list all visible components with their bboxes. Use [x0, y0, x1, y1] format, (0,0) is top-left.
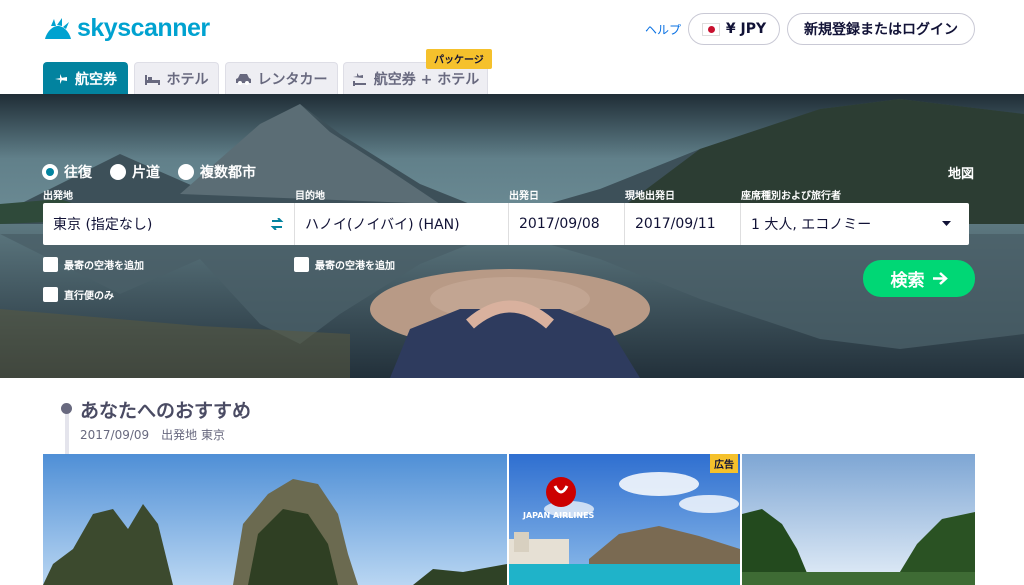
- trip-type-label: 複数都市: [200, 165, 256, 181]
- to-value: ハノイ(ノイバイ) (HAN): [305, 217, 460, 233]
- tab-hotels-label: ホテル: [166, 71, 209, 88]
- to-field[interactable]: ハノイ(ノイバイ) (HAN): [295, 203, 509, 245]
- nearby-airports-from-checkbox[interactable]: 最寄の空港を追加: [43, 257, 144, 272]
- search-button[interactable]: 検索: [863, 260, 975, 297]
- checkbox-icon: [294, 257, 309, 272]
- skyscanner-logo[interactable]: skyscanner: [43, 14, 210, 43]
- skyscanner-cloud-icon: [45, 17, 71, 39]
- trip-type-oneway[interactable]: 片道: [110, 162, 160, 182]
- tropical-forest-image: [742, 454, 975, 585]
- japan-flag-icon: [701, 22, 720, 36]
- checkbox-icon: [43, 257, 58, 272]
- depart-label: 出発日: [509, 191, 539, 202]
- help-link[interactable]: ヘルプ: [645, 21, 681, 38]
- trip-type-multicity[interactable]: 複数都市: [178, 162, 256, 182]
- checkbox-icon: [43, 287, 58, 302]
- plane-icon: [55, 73, 67, 84]
- car-icon: [235, 73, 251, 85]
- direct-label: 直行便のみ: [64, 291, 114, 302]
- timeline-dot: [61, 403, 72, 414]
- search-hero: 往復 片道 複数都市 地図 出発地 目的地 出発日 現地出発日 座席種別および旅…: [0, 94, 1024, 378]
- tab-flight-hotel-label: 航空券 + ホテル: [373, 71, 480, 88]
- recommend-title: あなたへのおすすめ: [80, 400, 252, 422]
- to-label: 目的地: [295, 191, 325, 202]
- recommend-card-main[interactable]: [43, 454, 507, 585]
- map-link[interactable]: 地図: [948, 163, 974, 182]
- nearby-airports-to-checkbox[interactable]: 最寄の空港を追加: [294, 257, 395, 272]
- return-label: 現地出発日: [625, 191, 675, 202]
- recommend-subtitle: 2017/09/09 出発地 東京: [80, 428, 225, 442]
- return-value: 2017/09/11: [635, 216, 716, 232]
- login-button[interactable]: 新規登録またはログイン: [787, 13, 975, 45]
- cabin-travellers-field[interactable]: 1 大人, エコノミー: [741, 203, 969, 245]
- cabin-label: 座席種別および旅行者: [741, 191, 841, 202]
- ad-badge: 広告: [710, 454, 738, 473]
- search-fields: 東京 (指定なし) ハノイ(ノイバイ) (HAN) 2017/09/08 201…: [43, 203, 969, 245]
- plane-hotel-icon: [352, 72, 366, 86]
- tab-car-rental[interactable]: レンタカー: [225, 62, 338, 94]
- tab-flights[interactable]: 航空券: [43, 62, 128, 94]
- nearby-to-label: 最寄の空港を追加: [315, 261, 395, 272]
- search-button-label: 検索: [890, 271, 925, 291]
- caret-down-icon: [942, 221, 951, 226]
- bed-icon: [144, 74, 160, 85]
- direct-flights-checkbox[interactable]: 直行便のみ: [43, 287, 114, 302]
- radio-selected-icon: [42, 164, 58, 180]
- depart-value: 2017/09/08: [519, 216, 600, 232]
- cabin-value: 1 大人, エコノミー: [751, 217, 872, 233]
- currency-label: ¥ JPY: [725, 21, 767, 37]
- airline-name: JAPAN AIRLINES: [523, 511, 595, 520]
- nearby-from-label: 最寄の空港を追加: [64, 261, 144, 272]
- from-value: 東京 (指定なし): [53, 217, 153, 233]
- recommend-card-ad[interactable]: JAPAN AIRLINES 広告: [509, 454, 740, 585]
- limestone-islands-image: [43, 454, 507, 585]
- depart-date-field[interactable]: 2017/09/08: [509, 203, 625, 245]
- login-label: 新規登録またはログイン: [804, 22, 958, 38]
- return-date-field[interactable]: 2017/09/11: [625, 203, 741, 245]
- from-label: 出発地: [43, 191, 73, 202]
- tab-car-rental-label: レンタカー: [257, 71, 328, 88]
- radio-icon: [178, 164, 194, 180]
- trip-type-roundtrip[interactable]: 往復: [42, 162, 92, 182]
- tab-flights-label: 航空券: [75, 71, 117, 88]
- trip-type-selector: 往復 片道 複数都市: [42, 162, 256, 182]
- package-badge: パッケージ: [426, 49, 492, 69]
- tab-hotels[interactable]: ホテル: [134, 62, 219, 94]
- from-field[interactable]: 東京 (指定なし): [43, 203, 295, 245]
- trip-type-label: 往復: [64, 165, 92, 181]
- logo-text: skyscanner: [77, 14, 210, 42]
- arrow-right-icon: [932, 272, 948, 285]
- radio-icon: [110, 164, 126, 180]
- currency-button[interactable]: ¥ JPY: [688, 13, 780, 45]
- trip-type-label: 片道: [132, 165, 160, 181]
- recommend-card-third[interactable]: [742, 454, 975, 585]
- swap-icon[interactable]: [270, 218, 284, 230]
